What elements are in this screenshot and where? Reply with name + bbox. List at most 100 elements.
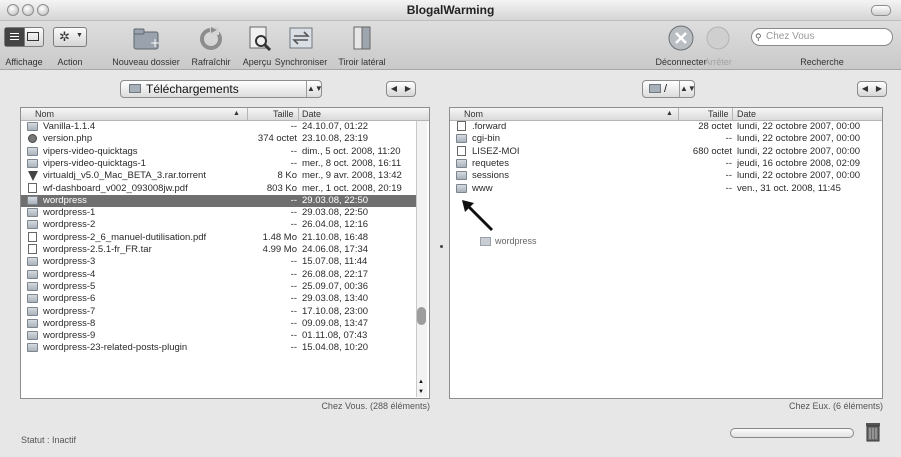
- remote-path-popup[interactable]: / ▲▼: [642, 80, 696, 98]
- local-scrollbar[interactable]: ▲ ▼: [416, 121, 427, 397]
- table-row[interactable]: wordpress-9 -- 01.11.08, 07:43: [21, 330, 417, 342]
- file-size: --: [290, 342, 297, 354]
- toolbar-toggle-button[interactable]: [871, 5, 891, 16]
- table-row[interactable]: wordpress-4 -- 26.08.08, 22:17: [21, 269, 417, 281]
- arreter-label: Arrêter: [704, 57, 732, 67]
- forward-icon[interactable]: ▶: [401, 84, 415, 93]
- table-row[interactable]: wordpress-5 -- 25.09.07, 00:36: [21, 281, 417, 293]
- file-size: 8 Ko: [277, 170, 297, 182]
- remote-nav-buttons[interactable]: ◀ ▶: [857, 81, 887, 97]
- file-size: --: [725, 170, 732, 182]
- col-date-header[interactable]: Date: [737, 108, 756, 120]
- stop-button[interactable]: Arrêter: [704, 23, 732, 67]
- local-file-list[interactable]: Nom ▲ Taille Date Vanilla-1.1.4 -- 24.10.0…: [20, 107, 430, 399]
- col-size-header[interactable]: Taille: [708, 108, 729, 120]
- file-size: --: [290, 194, 297, 206]
- scroll-down-arrow[interactable]: ▼: [418, 389, 424, 395]
- table-row[interactable]: sessions -- lundi, 22 octobre 2007, 00:00: [450, 170, 880, 182]
- table-row[interactable]: virtualdj_v5.0_Mac_BETA_3.rar.torrent 8 K…: [21, 170, 417, 182]
- torrent-file-icon: [28, 171, 38, 182]
- forward-icon[interactable]: ▶: [872, 84, 886, 93]
- folder-icon: [456, 134, 467, 144]
- table-row[interactable]: vipers-video-quicktags-1 -- mer., 8 oct. 2…: [21, 158, 417, 170]
- preview-button[interactable]: Aperçu: [243, 23, 271, 67]
- local-nav-buttons[interactable]: ◀ ▶: [386, 81, 416, 97]
- file-name: wordpress-1: [43, 207, 96, 219]
- table-row[interactable]: wordpress-1 -- 29.03.08, 22:50: [21, 207, 417, 219]
- column-view-icon[interactable]: [27, 32, 39, 41]
- col-date-header[interactable]: Date: [302, 108, 321, 120]
- new-folder-button[interactable]: + Nouveau dossier: [112, 23, 180, 67]
- scroll-up-arrow[interactable]: ▲: [418, 379, 424, 385]
- file-size: --: [290, 330, 297, 342]
- table-row[interactable]: wordpress-23-related-posts-plugin -- 15.04…: [21, 342, 417, 354]
- table-row[interactable]: wf-dashboard_v002_093008jw.pdf 803 Ko mer.…: [21, 182, 417, 195]
- window-title: BlogalWarming: [406, 3, 495, 17]
- trash-icon[interactable]: [864, 420, 882, 442]
- remote-file-list[interactable]: Nom ▲ Taille Date .forward 28 octet lundi,…: [449, 107, 883, 399]
- table-row[interactable]: version.php 374 octet 23.10.08, 23:19: [21, 133, 417, 145]
- split-view-divider[interactable]: [440, 245, 443, 248]
- chevron-down-icon: ▼: [76, 32, 83, 39]
- table-row[interactable]: wordpress-6 -- 29.03.08, 13:40: [21, 293, 417, 305]
- remote-item-count: Chez Eux. (6 éléments): [788, 401, 883, 411]
- folder-icon: [27, 220, 38, 230]
- refresh-button[interactable]: Rafraîchir: [191, 23, 231, 67]
- local-path-label: Téléchargements: [146, 82, 239, 96]
- table-row[interactable]: Vanilla-1.1.4 -- 24.10.07, 01:22: [21, 121, 417, 133]
- table-row[interactable]: wordpress-7 -- 17.10.08, 23:00: [21, 306, 417, 318]
- local-path-popup[interactable]: Téléchargements ▲▼: [120, 80, 323, 98]
- folder-icon: [27, 269, 38, 279]
- sort-ascending-icon: ▲: [233, 110, 240, 117]
- file-name: requetes: [472, 157, 509, 169]
- table-row[interactable]: LISEZ-MOI 680 octet lundi, 22 octobre 2007…: [450, 145, 880, 158]
- local-table-header: Nom ▲ Taille Date: [21, 108, 429, 121]
- scroll-thumb[interactable]: [417, 307, 426, 325]
- table-row[interactable]: requetes -- jeudi, 16 octobre 2008, 02:09: [450, 158, 880, 170]
- document-icon: [28, 182, 37, 193]
- disconnect-button[interactable]: Déconnecter: [655, 23, 707, 67]
- file-name: wf-dashboard_v002_093008jw.pdf: [43, 182, 188, 194]
- table-row[interactable]: wordpress -- 29.03.08, 22:50: [21, 194, 417, 208]
- file-name: wordpress-5: [43, 280, 96, 292]
- file-date: 25.09.07, 00:36: [302, 280, 369, 292]
- back-icon[interactable]: ◀: [858, 84, 872, 93]
- table-row[interactable]: wordpress-2.5.1-fr_FR.tar 4.99 Mo 24.06.08…: [21, 244, 417, 256]
- action-menu-button[interactable]: ✲ ▼: [53, 27, 87, 47]
- file-date: mer., 1 oct. 2008, 20:19: [302, 182, 402, 194]
- sort-ascending-icon: ▲: [666, 110, 673, 117]
- table-row[interactable]: vipers-video-quicktags -- dim., 5 oct. 200…: [21, 146, 417, 158]
- col-name-header[interactable]: Nom: [35, 108, 54, 120]
- table-row[interactable]: wordpress-3 -- 15.07.08, 11:44: [21, 256, 417, 268]
- table-row[interactable]: .forward 28 octet lundi, 22 octobre 2007, …: [450, 121, 880, 133]
- folder-icon: [456, 183, 467, 193]
- back-icon[interactable]: ◀: [387, 84, 401, 93]
- toolbar: Affichage ✲ ▼ Action + Nouveau dossier R…: [0, 21, 901, 70]
- file-name: wordpress-2.5.1-fr_FR.tar: [43, 244, 152, 255]
- file-size: 4.99 Mo: [262, 244, 297, 255]
- synchronize-button[interactable]: Synchroniser: [275, 23, 327, 67]
- table-row[interactable]: cgi-bin -- lundi, 22 octobre 2007, 00:00: [450, 133, 880, 145]
- table-row[interactable]: wordpress-2 -- 26.04.08, 12:16: [21, 219, 417, 231]
- folder-icon: [27, 281, 38, 291]
- file-name: wordpress-8: [43, 317, 96, 329]
- recherche-label: Recherche: [800, 57, 844, 67]
- file-name: wordpress: [43, 194, 87, 206]
- remote-path-label: /: [664, 83, 668, 95]
- col-name-header[interactable]: Nom: [464, 108, 483, 120]
- side-drawer-button[interactable]: Tiroir latéral: [338, 23, 386, 67]
- file-date: lundi, 22 octobre 2007, 00:00: [737, 121, 861, 132]
- search-input[interactable]: ⚲ Chez Vous: [751, 28, 893, 46]
- file-name: wordpress-7: [43, 305, 96, 317]
- list-view-icon[interactable]: [5, 28, 25, 46]
- col-size-header[interactable]: Taille: [273, 108, 294, 120]
- folder-icon: [27, 146, 38, 156]
- folder-icon: [27, 195, 38, 205]
- folder-icon: [27, 306, 38, 316]
- table-row[interactable]: www -- ven., 31 oct. 2008, 11:45: [450, 183, 880, 195]
- table-row[interactable]: wordpress-8 -- 09.09.08, 13:47: [21, 318, 417, 330]
- folder-icon: [27, 294, 38, 304]
- table-row[interactable]: wordpress-2_6_manuel-dutilisation.pdf 1.4…: [21, 231, 417, 244]
- gear-icon: ✲: [59, 29, 70, 44]
- view-mode-segmented-control[interactable]: [4, 27, 44, 47]
